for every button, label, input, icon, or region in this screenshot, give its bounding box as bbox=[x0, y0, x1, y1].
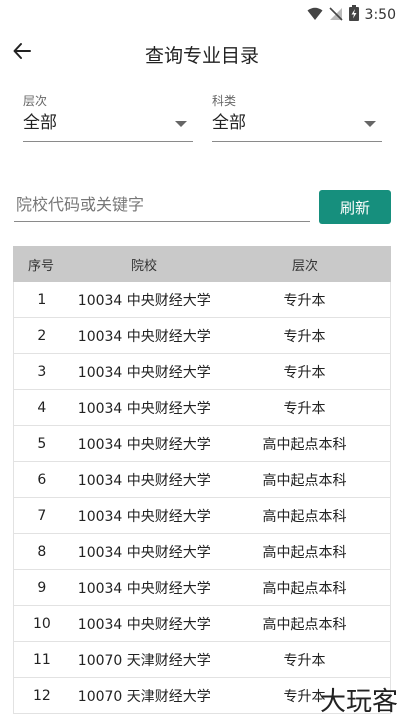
row-level: 高中起点本科 bbox=[262, 508, 347, 525]
table-row[interactable]: 7 10034 中央财经大学 高中起点本科 bbox=[13, 498, 391, 534]
header-index: 序号 bbox=[27, 258, 54, 274]
row-level: 高中起点本科 bbox=[262, 616, 347, 633]
row-index: 3 bbox=[37, 363, 47, 380]
page-title: 查询专业目录 bbox=[144, 45, 259, 67]
row-school: 10034 中央财经大学 bbox=[77, 472, 211, 489]
row-level: 高中起点本科 bbox=[262, 436, 347, 453]
row-school: 10034 中央财经大学 bbox=[77, 292, 211, 309]
results-table: 序号 院校 层次 1 10034 中央财经大学 专升本 2 10034 中央财经… bbox=[13, 246, 391, 714]
row-index: 4 bbox=[37, 399, 47, 416]
row-level: 专升本 bbox=[283, 652, 326, 669]
status-icons: 3:50 bbox=[307, 5, 396, 25]
level-select-value: 全部 bbox=[23, 113, 57, 133]
table-row[interactable]: 11 10070 天津财经大学 专升本 bbox=[13, 642, 391, 678]
row-level: 高中起点本科 bbox=[262, 472, 347, 489]
category-filter-label: 科类 bbox=[212, 94, 237, 108]
category-select-value: 全部 bbox=[212, 113, 246, 133]
search-field bbox=[14, 188, 310, 222]
row-index: 5 bbox=[37, 435, 47, 452]
table-row[interactable]: 5 10034 中央财经大学 高中起点本科 bbox=[13, 426, 391, 462]
app-bar: 查询专业目录 bbox=[0, 30, 404, 76]
table-header: 序号 院校 层次 bbox=[13, 246, 391, 282]
table-row[interactable]: 4 10034 中央财经大学 专升本 bbox=[13, 390, 391, 426]
wifi-icon bbox=[307, 6, 323, 25]
table-row[interactable]: 3 10034 中央财经大学 专升本 bbox=[13, 354, 391, 390]
table-row[interactable]: 9 10034 中央财经大学 高中起点本科 bbox=[13, 570, 391, 606]
row-school: 10034 中央财经大学 bbox=[77, 328, 211, 345]
watermark-logo: 大玩客 bbox=[319, 687, 398, 717]
level-select[interactable]: 全部 bbox=[23, 108, 193, 142]
no-signal-icon bbox=[328, 6, 343, 25]
header-school: 院校 bbox=[130, 258, 157, 274]
header-level: 层次 bbox=[291, 258, 318, 274]
row-index: 9 bbox=[37, 579, 47, 596]
level-filter-label: 层次 bbox=[23, 94, 48, 108]
row-index: 6 bbox=[37, 471, 47, 488]
row-index: 11 bbox=[32, 651, 51, 668]
table-row[interactable]: 10 10034 中央财经大学 高中起点本科 bbox=[13, 606, 391, 642]
battery-charging-icon bbox=[348, 5, 359, 25]
row-school: 10034 中央财经大学 bbox=[77, 508, 211, 525]
row-school: 10034 中央财经大学 bbox=[77, 436, 211, 453]
row-school: 10034 中央财经大学 bbox=[77, 364, 211, 381]
row-index: 10 bbox=[32, 615, 51, 632]
refresh-button[interactable]: 刷新 bbox=[319, 190, 391, 224]
search-input[interactable] bbox=[14, 188, 310, 220]
table-row[interactable]: 6 10034 中央财经大学 高中起点本科 bbox=[13, 462, 391, 498]
row-index: 1 bbox=[37, 291, 47, 308]
status-time: 3:50 bbox=[364, 7, 396, 23]
row-level: 专升本 bbox=[283, 328, 326, 345]
row-index: 12 bbox=[32, 687, 51, 704]
row-school: 10034 中央财经大学 bbox=[77, 400, 211, 417]
status-bar: 3:50 bbox=[0, 0, 404, 30]
row-level: 专升本 bbox=[283, 400, 326, 417]
table-row[interactable]: 1 10034 中央财经大学 专升本 bbox=[13, 282, 391, 318]
row-index: 2 bbox=[37, 327, 47, 344]
row-level: 专升本 bbox=[283, 364, 326, 381]
row-level: 专升本 bbox=[283, 292, 326, 309]
caret-down-icon bbox=[364, 121, 376, 127]
row-school: 10070 天津财经大学 bbox=[77, 652, 211, 669]
row-level: 高中起点本科 bbox=[262, 544, 347, 561]
row-index: 8 bbox=[37, 543, 47, 560]
table-row[interactable]: 8 10034 中央财经大学 高中起点本科 bbox=[13, 534, 391, 570]
category-select[interactable]: 全部 bbox=[212, 108, 382, 142]
row-school: 10034 中央财经大学 bbox=[77, 580, 211, 597]
level-filter: 层次 全部 bbox=[23, 92, 193, 142]
category-filter: 科类 全部 bbox=[212, 92, 382, 142]
row-index: 7 bbox=[37, 507, 47, 524]
row-level: 高中起点本科 bbox=[262, 580, 347, 597]
caret-down-icon bbox=[175, 121, 187, 127]
row-school: 10070 天津财经大学 bbox=[77, 688, 211, 705]
row-school: 10034 中央财经大学 bbox=[77, 616, 211, 633]
table-row[interactable]: 2 10034 中央财经大学 专升本 bbox=[13, 318, 391, 354]
row-school: 10034 中央财经大学 bbox=[77, 544, 211, 561]
